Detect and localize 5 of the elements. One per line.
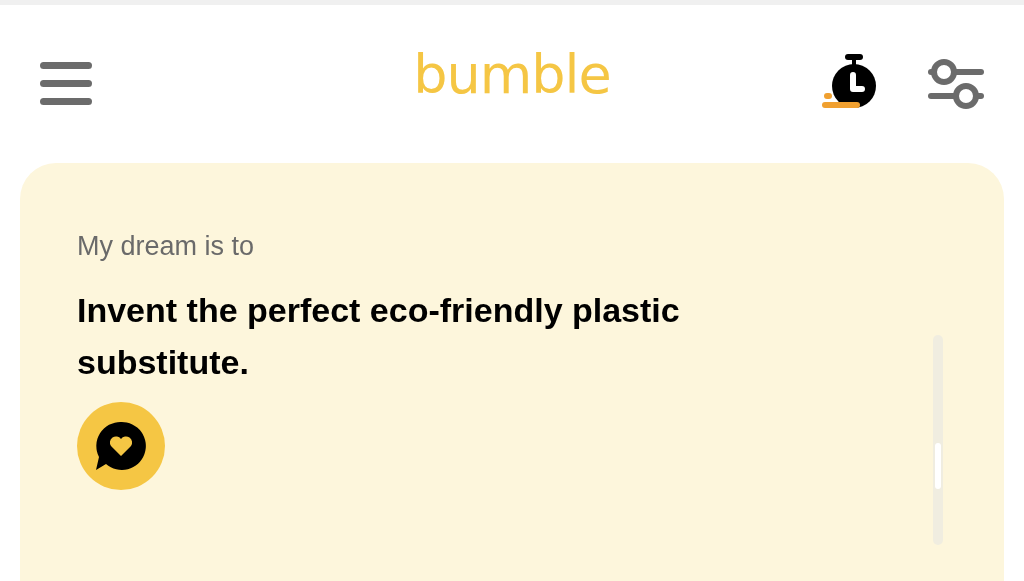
logo: bumble	[413, 43, 611, 106]
prompt-answer: Invent the perfect eco-friendly plastic substitute.	[77, 290, 681, 383]
prompt-label: My dream is to	[77, 231, 256, 262]
menu-icon[interactable]	[40, 61, 92, 107]
filter-icon[interactable]	[928, 58, 984, 110]
